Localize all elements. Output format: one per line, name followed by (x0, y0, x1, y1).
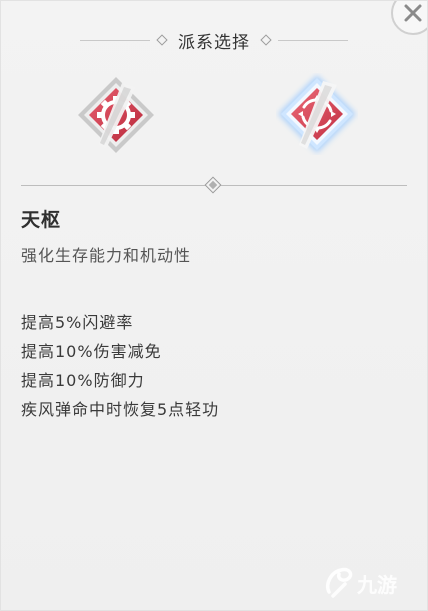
watermark-text: 九游 (356, 573, 397, 597)
jiuyou-logo-icon: 九游 (326, 567, 397, 598)
panel-title: 派系选择 (178, 32, 250, 53)
gear-slash-emblem-icon (78, 77, 154, 153)
faction-option-compass-selected[interactable] (276, 73, 356, 153)
header-rule-right (278, 39, 348, 41)
compass-slash-emblem-icon (278, 75, 356, 153)
divider-gem-icon (204, 176, 222, 194)
bonus-item: 提高10%伤害减免 (21, 342, 162, 361)
faction-name: 天枢 (21, 209, 62, 231)
faction-options (1, 69, 427, 169)
panel-header: 派系选择 (1, 25, 427, 55)
header-diamond-left-icon (156, 34, 168, 46)
watermark-logo: 九游 (323, 562, 413, 602)
bonus-item: 提高10%防御力 (21, 371, 145, 390)
bonus-item: 提高5%闪避率 (21, 313, 134, 332)
faction-details: 天枢 强化生存能力和机动性 提高5%闪避率 提高10%伤害减免 提高10%防御力… (21, 205, 401, 424)
faction-select-panel: 派系选择 天枢 强化生存能力和机动性 提高5%闪避率 提高10%伤害减免 提高1… (0, 0, 428, 611)
faction-description: 强化生存能力和机动性 (21, 246, 192, 265)
bonus-item: 疾风弹命中时恢复5点轻功 (21, 400, 220, 419)
header-rule-left (80, 39, 150, 41)
faction-option-gear[interactable] (76, 75, 156, 155)
close-icon (404, 4, 422, 22)
header-diamond-right-icon (260, 34, 272, 46)
